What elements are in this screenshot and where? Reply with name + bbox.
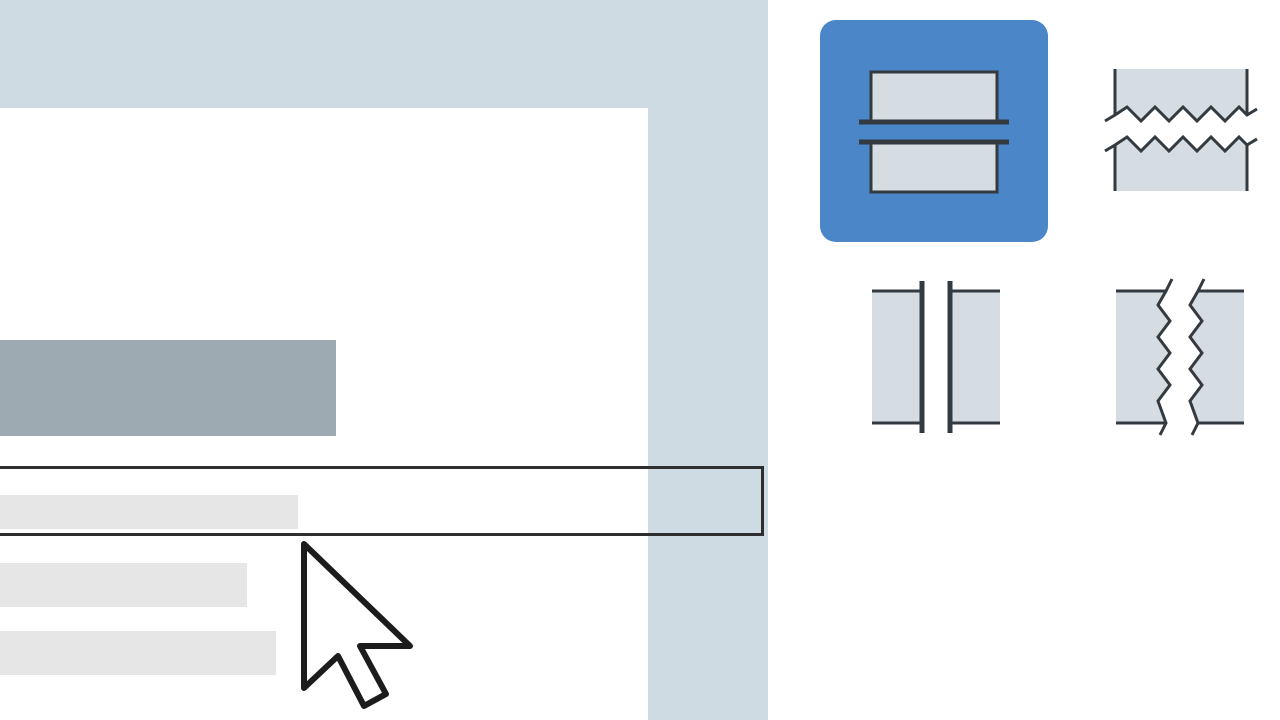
page-break-icon [859, 70, 1009, 194]
text-line [0, 631, 276, 675]
page-break-option[interactable] [820, 20, 1048, 242]
wrapped-column-break-option[interactable] [1100, 262, 1260, 452]
app-canvas [0, 0, 1280, 720]
wrapped-page-break-icon [1104, 69, 1258, 191]
text-line [0, 563, 247, 607]
wrapped-column-break-icon [1116, 278, 1244, 436]
wrapped-page-break-option[interactable] [1088, 40, 1274, 220]
arrow-cursor-icon [298, 538, 428, 713]
column-break-option[interactable] [856, 262, 1016, 452]
break-options-panel [768, 0, 1280, 720]
heading-placeholder [0, 340, 336, 436]
page-break-line[interactable] [0, 466, 764, 536]
column-break-icon [872, 281, 1000, 433]
